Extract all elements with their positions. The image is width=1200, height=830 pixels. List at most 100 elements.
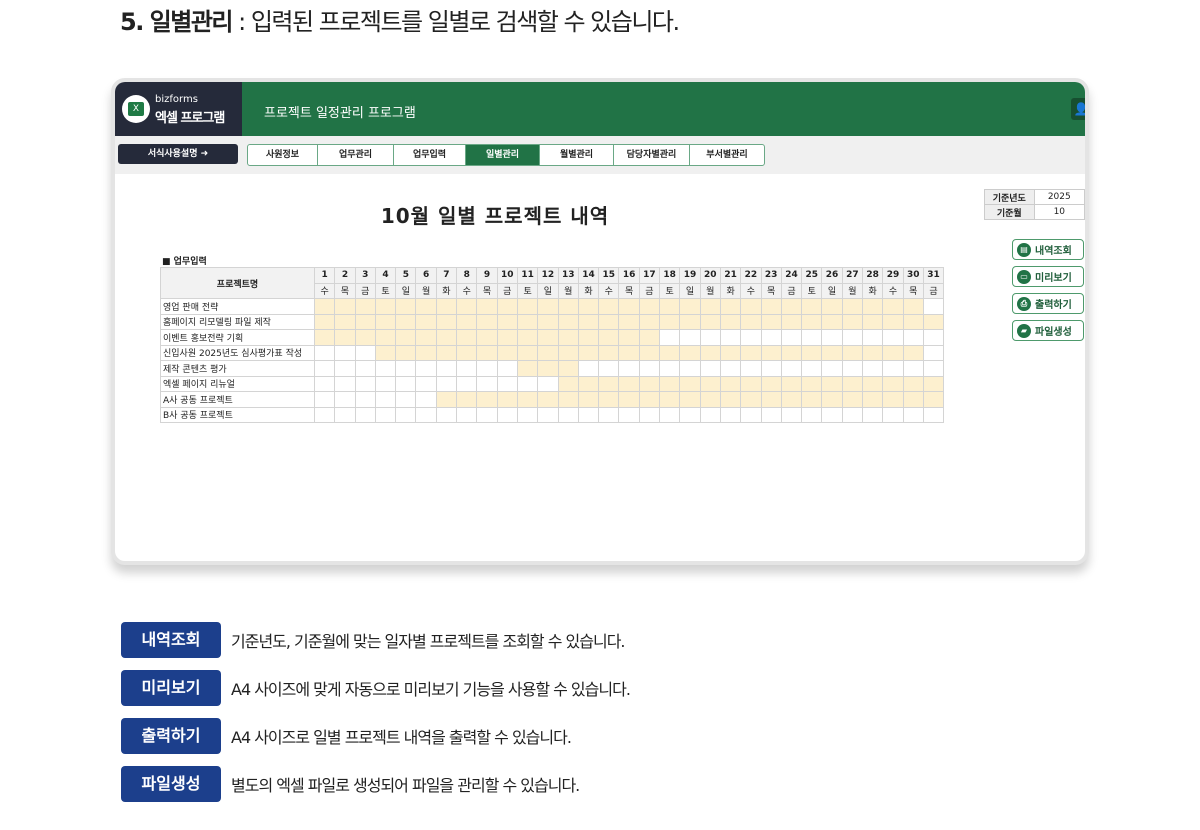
day-cell[interactable] (374, 375, 397, 392)
scheduled-cell[interactable] (537, 344, 559, 361)
day-cell[interactable] (699, 360, 721, 377)
scheduled-cell[interactable] (557, 360, 579, 377)
day-cell[interactable] (395, 391, 417, 408)
scheduled-cell[interactable] (841, 313, 864, 330)
scheduled-cell[interactable] (557, 298, 579, 315)
scheduled-cell[interactable] (841, 391, 864, 408)
day-cell[interactable] (780, 406, 803, 423)
day-cell[interactable] (516, 375, 539, 392)
scheduled-cell[interactable] (598, 375, 620, 392)
scheduled-cell[interactable] (618, 375, 640, 392)
scheduled-cell[interactable] (395, 298, 417, 315)
scheduled-cell[interactable] (862, 391, 884, 408)
scheduled-cell[interactable] (435, 298, 458, 315)
scheduled-cell[interactable] (699, 298, 721, 315)
scheduled-cell[interactable] (740, 375, 762, 392)
scheduled-cell[interactable] (395, 344, 417, 361)
day-cell[interactable] (313, 344, 336, 361)
day-cell[interactable] (435, 360, 458, 377)
day-cell[interactable] (313, 391, 336, 408)
day-cell[interactable] (659, 329, 681, 346)
scheduled-cell[interactable] (740, 344, 762, 361)
tab-7[interactable]: 부서별관리 (690, 145, 764, 165)
scheduled-cell[interactable] (740, 391, 762, 408)
scheduled-cell[interactable] (780, 375, 803, 392)
scheduled-cell[interactable] (821, 344, 843, 361)
scheduled-cell[interactable] (557, 391, 579, 408)
day-cell[interactable] (334, 344, 356, 361)
scheduled-cell[interactable] (862, 344, 884, 361)
scheduled-cell[interactable] (415, 298, 437, 315)
scheduled-cell[interactable] (516, 298, 539, 315)
scheduled-cell[interactable] (719, 375, 742, 392)
scheduled-cell[interactable] (902, 344, 924, 361)
scheduled-cell[interactable] (476, 329, 498, 346)
day-cell[interactable] (841, 360, 864, 377)
scheduled-cell[interactable] (537, 391, 559, 408)
scheduled-cell[interactable] (557, 375, 579, 392)
scheduled-cell[interactable] (638, 344, 661, 361)
scheduled-cell[interactable] (537, 329, 559, 346)
day-cell[interactable] (395, 360, 417, 377)
scheduled-cell[interactable] (577, 375, 600, 392)
scheduled-cell[interactable] (415, 313, 437, 330)
day-cell[interactable] (395, 406, 417, 423)
scheduled-cell[interactable] (902, 298, 924, 315)
scheduled-cell[interactable] (395, 313, 417, 330)
scheduled-cell[interactable] (659, 298, 681, 315)
day-cell[interactable] (354, 360, 376, 377)
scheduled-cell[interactable] (598, 391, 620, 408)
day-cell[interactable] (699, 406, 721, 423)
scheduled-cell[interactable] (618, 329, 640, 346)
day-cell[interactable] (456, 360, 478, 377)
scheduled-cell[interactable] (415, 329, 437, 346)
scheduled-cell[interactable] (456, 329, 478, 346)
scheduled-cell[interactable] (354, 329, 376, 346)
day-cell[interactable] (354, 344, 376, 361)
scheduled-cell[interactable] (496, 313, 518, 330)
day-cell[interactable] (456, 406, 478, 423)
scheduled-cell[interactable] (313, 298, 336, 315)
scheduled-cell[interactable] (415, 344, 437, 361)
day-cell[interactable] (821, 329, 843, 346)
day-cell[interactable] (801, 360, 823, 377)
user-icon[interactable]: 👤 (1071, 98, 1085, 120)
scheduled-cell[interactable] (334, 329, 356, 346)
scheduled-cell[interactable] (374, 313, 397, 330)
scheduled-cell[interactable] (821, 391, 843, 408)
scheduled-cell[interactable] (354, 298, 376, 315)
scheduled-cell[interactable] (395, 329, 417, 346)
day-cell[interactable] (374, 406, 397, 423)
scheduled-cell[interactable] (780, 298, 803, 315)
scheduled-cell[interactable] (638, 391, 661, 408)
create-file-button[interactable]: ▰ 파일생성 (1012, 320, 1084, 341)
day-cell[interactable] (415, 360, 437, 377)
scheduled-cell[interactable] (719, 344, 742, 361)
day-cell[interactable] (882, 406, 904, 423)
scheduled-cell[interactable] (821, 298, 843, 315)
day-cell[interactable] (476, 375, 498, 392)
tab-1[interactable]: 사원정보 (248, 145, 318, 165)
day-cell[interactable] (537, 375, 559, 392)
scheduled-cell[interactable] (537, 313, 559, 330)
tab-5[interactable]: 월별관리 (540, 145, 614, 165)
scheduled-cell[interactable] (598, 298, 620, 315)
scheduled-cell[interactable] (659, 375, 681, 392)
scheduled-cell[interactable] (740, 298, 762, 315)
day-cell[interactable] (415, 375, 437, 392)
tab-3[interactable]: 업무입력 (394, 145, 466, 165)
scheduled-cell[interactable] (598, 313, 620, 330)
day-cell[interactable] (902, 329, 924, 346)
scheduled-cell[interactable] (679, 313, 701, 330)
scheduled-cell[interactable] (476, 391, 498, 408)
day-cell[interactable] (313, 375, 336, 392)
tab-4[interactable]: 일별관리 (466, 145, 540, 165)
day-cell[interactable] (334, 391, 356, 408)
day-cell[interactable] (537, 406, 559, 423)
scheduled-cell[interactable] (618, 313, 640, 330)
scheduled-cell[interactable] (862, 375, 884, 392)
day-cell[interactable] (496, 406, 518, 423)
scheduled-cell[interactable] (780, 313, 803, 330)
scheduled-cell[interactable] (476, 344, 498, 361)
scheduled-cell[interactable] (862, 298, 884, 315)
